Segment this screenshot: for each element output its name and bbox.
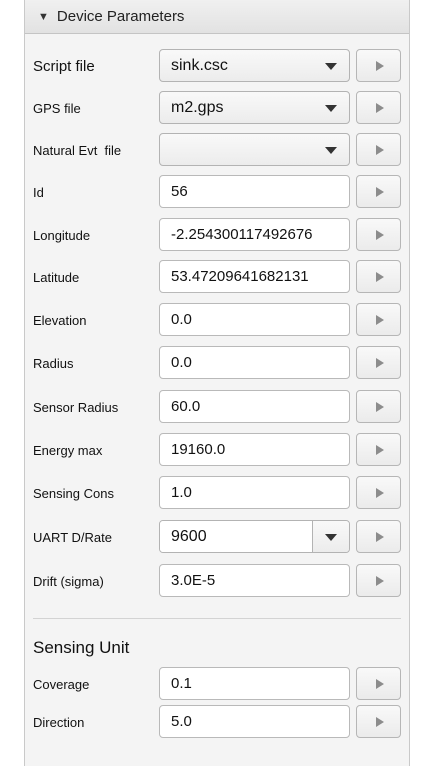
radius-apply-button[interactable] <box>356 346 401 379</box>
uart-rate-combobox[interactable]: 9600 <box>159 520 350 553</box>
coverage-field[interactable]: 0.1 <box>159 667 350 700</box>
uart-rate-input[interactable]: 9600 <box>160 521 312 552</box>
natural-evt-file-select[interactable] <box>159 133 350 166</box>
longitude-apply-button[interactable] <box>356 218 401 251</box>
row-sensing-cons: Sensing Cons 1.0 <box>25 475 409 511</box>
device-parameters-panel: ▼ Device Parameters Script file sink.csc… <box>24 0 410 766</box>
script-file-label: Script file <box>33 57 95 75</box>
sensor-radius-apply-button[interactable] <box>356 390 401 423</box>
row-sensor-radius: Sensor Radius 60.0 <box>25 389 409 425</box>
sensing-unit-title: Sensing Unit <box>33 638 130 657</box>
id-label: Id <box>33 184 44 200</box>
coverage-label: Coverage <box>33 676 90 692</box>
gps-file-value: m2.gps <box>171 98 224 116</box>
sensor-radius-label: Sensor Radius <box>33 399 119 415</box>
direction-apply-button[interactable] <box>356 705 401 738</box>
gps-file-label: GPS file <box>33 100 81 116</box>
play-icon <box>376 532 384 542</box>
sensing-cons-field[interactable]: 1.0 <box>159 476 350 509</box>
row-natural-evt-file: Natural Evt file <box>25 132 409 168</box>
section-title: Device Parameters <box>56 8 185 25</box>
energy-max-field[interactable]: 19160.0 <box>159 433 350 466</box>
gps-file-apply-button[interactable] <box>356 91 401 124</box>
chevron-down-icon <box>325 105 337 112</box>
play-icon <box>376 187 384 197</box>
id-field[interactable]: 56 <box>159 175 350 208</box>
direction-label: Direction <box>33 714 85 730</box>
radius-label: Radius <box>33 355 74 371</box>
play-icon <box>376 145 384 155</box>
elevation-field[interactable]: 0.0 <box>159 303 350 336</box>
natural-evt-file-apply-button[interactable] <box>356 133 401 166</box>
chevron-down-icon <box>325 63 337 70</box>
row-radius: Radius 0.0 <box>25 345 409 381</box>
row-direction: Direction 5.0 <box>25 704 409 740</box>
play-icon <box>376 679 384 689</box>
energy-max-label: Energy max <box>33 442 103 458</box>
sensor-radius-field[interactable]: 60.0 <box>159 390 350 423</box>
play-icon <box>376 358 384 368</box>
latitude-apply-button[interactable] <box>356 260 401 293</box>
play-icon <box>376 488 384 498</box>
sensing-unit-header: Sensing Unit <box>25 631 409 665</box>
chevron-down-icon <box>325 147 337 154</box>
play-icon <box>376 315 384 325</box>
row-script-file: Script file sink.csc <box>25 48 409 84</box>
row-elevation: Elevation 0.0 <box>25 302 409 338</box>
uart-rate-dropdown-button[interactable] <box>312 521 349 552</box>
play-icon <box>376 103 384 113</box>
play-icon <box>376 402 384 412</box>
row-drift: Drift (sigma) 3.0E-5 <box>25 563 409 599</box>
divider <box>33 618 401 619</box>
coverage-apply-button[interactable] <box>356 667 401 700</box>
latitude-field[interactable]: 53.47209641682131 <box>159 260 350 293</box>
sensing-cons-label: Sensing Cons <box>33 485 114 501</box>
row-longitude: Longitude -2.254300117492676 <box>25 217 409 253</box>
triangle-down-icon[interactable]: ▼ <box>38 11 49 23</box>
play-icon <box>376 445 384 455</box>
natural-evt-file-label: Natural Evt file <box>33 142 122 158</box>
play-icon <box>376 230 384 240</box>
longitude-label: Longitude <box>33 227 91 243</box>
radius-field[interactable]: 0.0 <box>159 346 350 379</box>
drift-label: Drift (sigma) <box>33 573 104 589</box>
device-parameters-header[interactable]: ▼ Device Parameters <box>25 0 409 34</box>
play-icon <box>376 272 384 282</box>
longitude-field[interactable]: -2.254300117492676 <box>159 218 350 251</box>
row-coverage: Coverage 0.1 <box>25 666 409 702</box>
script-file-value: sink.csc <box>171 56 228 74</box>
script-file-apply-button[interactable] <box>356 49 401 82</box>
row-gps-file: GPS file m2.gps <box>25 90 409 126</box>
elevation-label: Elevation <box>33 312 87 328</box>
row-energy-max: Energy max 19160.0 <box>25 432 409 468</box>
gps-file-select[interactable]: m2.gps <box>159 91 350 124</box>
row-latitude: Latitude 53.47209641682131 <box>25 259 409 295</box>
play-icon <box>376 576 384 586</box>
chevron-down-icon <box>325 534 337 541</box>
script-file-select[interactable]: sink.csc <box>159 49 350 82</box>
uart-rate-label: UART D/Rate <box>33 529 112 545</box>
energy-max-apply-button[interactable] <box>356 433 401 466</box>
uart-rate-apply-button[interactable] <box>356 520 401 553</box>
direction-field[interactable]: 5.0 <box>159 705 350 738</box>
play-icon <box>376 61 384 71</box>
row-id: Id 56 <box>25 174 409 210</box>
sensing-cons-apply-button[interactable] <box>356 476 401 509</box>
drift-apply-button[interactable] <box>356 564 401 597</box>
elevation-apply-button[interactable] <box>356 303 401 336</box>
play-icon <box>376 717 384 727</box>
drift-field[interactable]: 3.0E-5 <box>159 564 350 597</box>
row-uart-rate: UART D/Rate 9600 <box>25 519 409 555</box>
id-apply-button[interactable] <box>356 175 401 208</box>
latitude-label: Latitude <box>33 269 80 285</box>
